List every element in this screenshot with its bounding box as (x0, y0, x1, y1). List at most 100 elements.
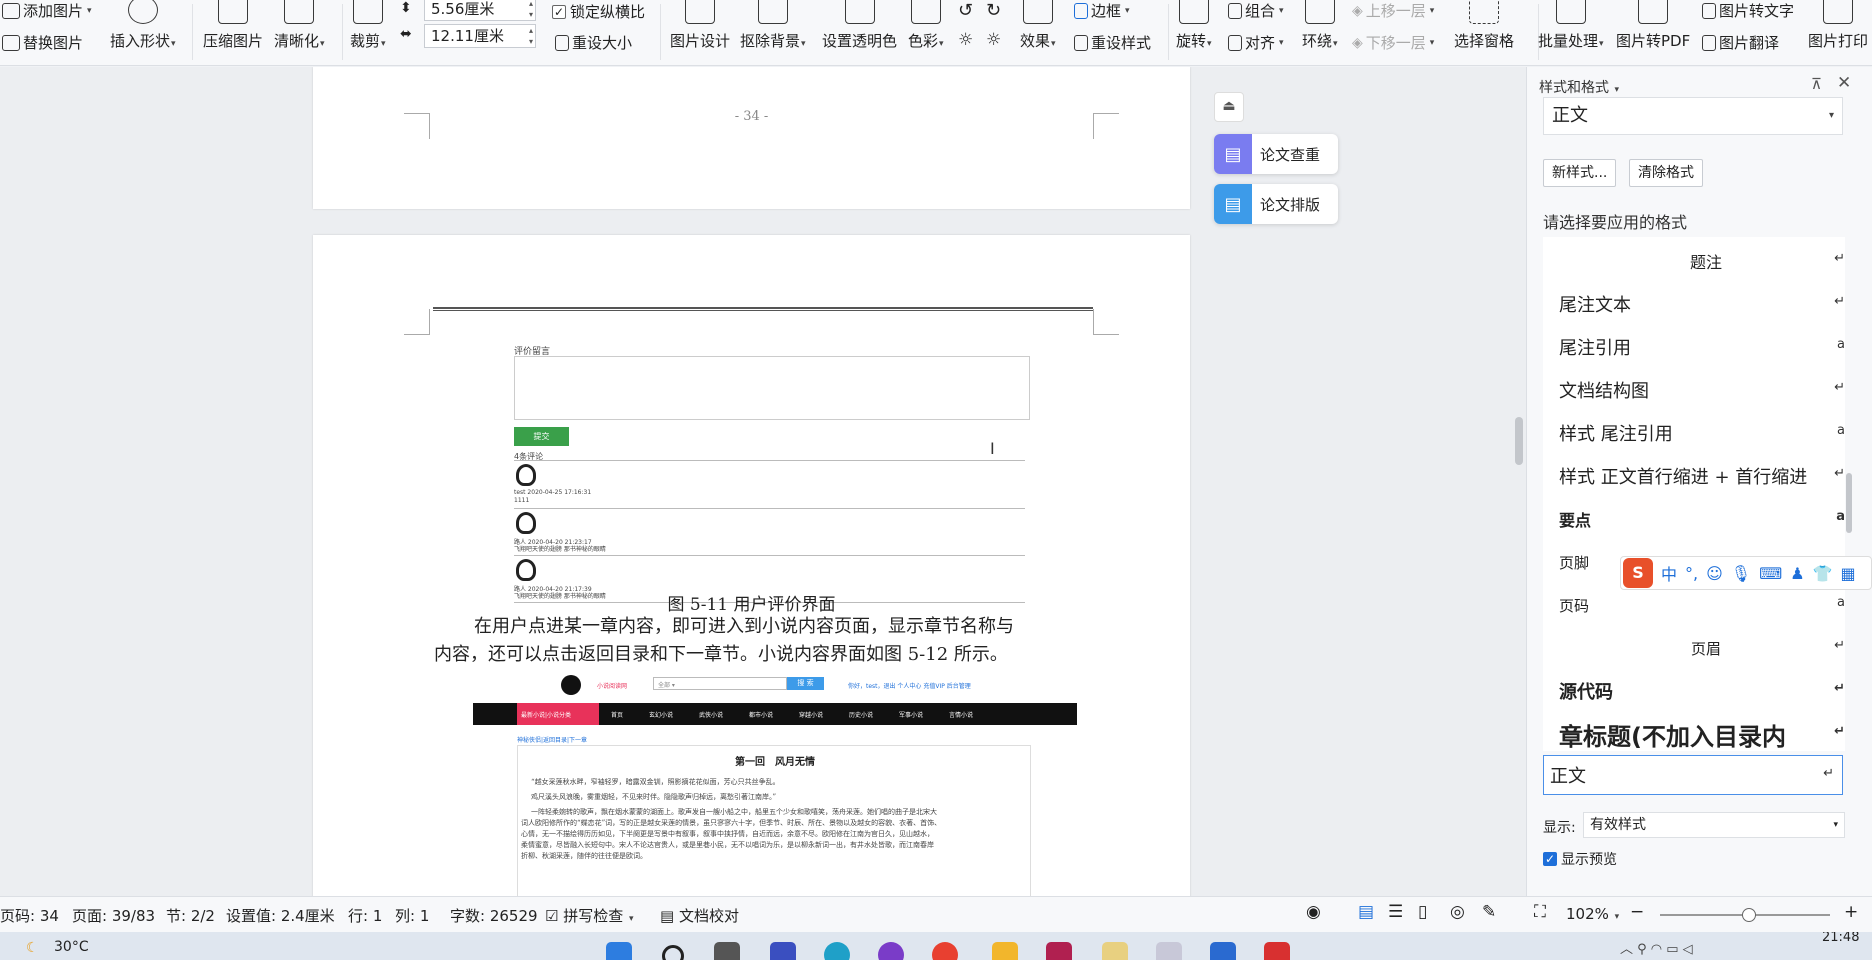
task-view-icon[interactable] (714, 942, 740, 960)
zoom-slider[interactable] (1660, 908, 1830, 922)
style-item-page-number[interactable]: 页码 a (1553, 585, 1845, 625)
clock[interactable]: 21:48 (1822, 932, 1859, 945)
replace-picture-button[interactable]: 替换图片 (2, 32, 83, 53)
width-input[interactable]: 12.11厘米 ▴ ▾ (424, 24, 536, 48)
ime-punct[interactable]: °, (1685, 564, 1698, 583)
style-item-body-indent[interactable]: 样式 正文首行缩进 + 首行缩进 ↵ (1553, 456, 1845, 496)
zoom-value[interactable]: 102% ▾ (1566, 905, 1619, 923)
ime-lang[interactable]: 中 (1661, 561, 1677, 585)
keyboard-icon[interactable]: ⌨ (1759, 564, 1782, 583)
reading-view-icon[interactable]: ▯ (1418, 902, 1427, 922)
fit-page-icon[interactable]: ⛶ (1534, 902, 1546, 922)
style-item-chapter-title[interactable]: 章标题(不加入目录内 ↵ (1553, 714, 1845, 751)
height-stepper[interactable]: ▴ ▾ (529, 0, 533, 20)
selection-pane-button[interactable]: 选择窗格 (1454, 0, 1514, 51)
zoom-in-button[interactable]: + (1844, 902, 1858, 922)
tray-icons[interactable]: ︿ ⚲ ◠ ▭ ◁ (1620, 938, 1693, 957)
new-style-button[interactable]: 新样式... (1543, 159, 1617, 187)
panel-title[interactable]: 样式和格式 ▾ (1539, 77, 1619, 97)
ide-icon[interactable] (1046, 942, 1072, 960)
add-picture-button[interactable]: 添加图片 ▾ (2, 0, 92, 21)
reset-style-button[interactable]: 重设样式 (1074, 32, 1151, 53)
group-button[interactable]: 组合 ▾ (1228, 0, 1284, 21)
write-view-icon[interactable]: ✎ (1482, 902, 1496, 922)
compress-picture-button[interactable]: 压缩图片 (203, 0, 263, 51)
search-icon[interactable] (662, 945, 684, 960)
emoji-icon[interactable]: ☺ (1706, 564, 1723, 583)
reset-size-button[interactable]: 重设大小 (555, 32, 632, 53)
status-page[interactable]: 页码: 34 (0, 905, 59, 926)
panel-scrollbar[interactable] (1845, 143, 1853, 803)
ime-toolbar[interactable]: S 中 °, ☺ 🎙 ⌨ ♟ 👕 ▦ (1620, 556, 1872, 590)
panel-scroll-thumb[interactable] (1846, 473, 1852, 533)
rotate-left-icon[interactable]: ↺ (958, 0, 973, 21)
skin-icon[interactable]: ♟ (1790, 564, 1804, 583)
style-item-body-selected[interactable]: 正文 ↵ (1543, 755, 1843, 795)
outline-view-icon[interactable]: ☰ (1388, 902, 1403, 922)
crop-button[interactable]: 裁剪▾ (350, 0, 386, 51)
lock-ratio-checkbox[interactable]: ✓ 锁定纵横比 (552, 1, 645, 22)
web-view-icon[interactable]: ◎ (1450, 902, 1465, 922)
pin-icon[interactable]: ⊼ (1811, 75, 1822, 93)
effects-button[interactable]: 效果▾ (1020, 0, 1056, 51)
pic-print-button[interactable]: 图片打印 (1808, 0, 1868, 51)
color-button[interactable]: 色彩▾ (908, 0, 944, 51)
doc-proof-button[interactable]: ▤ 文档校对 (660, 905, 739, 926)
chrome-icon[interactable] (932, 942, 958, 960)
zoom-slider-thumb[interactable] (1742, 908, 1756, 922)
figure-novel-screenshot[interactable]: 小说阅读网 全部 ▾ 搜 索 你好，test，退出 个人中心 充值VIP 后台管… (473, 671, 1077, 896)
app-icon[interactable] (1210, 942, 1236, 960)
status-pages[interactable]: 页面: 39/83 (72, 905, 155, 926)
scroll-thumb[interactable] (1515, 417, 1523, 465)
height-input[interactable]: 5.56厘米 ▴ ▾ (424, 0, 536, 21)
style-item-source-code[interactable]: 源代码 ↵ (1553, 671, 1845, 711)
start-icon[interactable] (606, 942, 632, 960)
status-words[interactable]: 字数: 26529 (450, 905, 538, 926)
shirt-icon[interactable]: 👕 (1813, 564, 1833, 583)
figure-comment-screenshot[interactable]: 评价留言 提交 4条评论 test 2020-04-25 17:16:31 11… (513, 343, 1043, 605)
wrap-button[interactable]: 环绕▾ (1302, 0, 1338, 51)
style-item-key-point[interactable]: 要点 a (1553, 499, 1845, 539)
spell-check-button[interactable]: ☑ 拼写检查 ▾ (545, 905, 634, 926)
rotate-right-icon[interactable]: ↻ (986, 0, 1001, 21)
align-button[interactable]: 对齐 ▾ (1228, 32, 1284, 53)
paper-format-button[interactable]: ▤ 论文排版 (1214, 184, 1338, 224)
app-icon[interactable] (770, 942, 796, 960)
insert-shape-button[interactable]: 插入形状▾ (110, 0, 176, 51)
mic-icon[interactable]: 🎙 (1731, 564, 1751, 583)
contrast-icon[interactable]: ☼ (986, 30, 1001, 50)
paper-check-button[interactable]: ▤ 论文查重 (1214, 134, 1338, 174)
style-item-endnote-text[interactable]: 尾注文本 ↵ (1553, 284, 1845, 324)
border-button[interactable]: 边框 ▾ (1074, 0, 1130, 21)
bring-forward-button[interactable]: ◈ 上移一层 ▾ (1352, 0, 1434, 21)
show-select[interactable]: 有效样式 ▾ (1583, 812, 1845, 838)
collapse-float-button[interactable]: ⏏ (1214, 92, 1244, 122)
style-item-endnote-ref[interactable]: 尾注引用 a (1553, 327, 1845, 367)
send-backward-button[interactable]: ◈ 下移一层 ▾ (1352, 32, 1434, 53)
clarify-button[interactable]: 清晰化▾ (274, 0, 325, 51)
remove-background-button[interactable]: 抠除背景▾ (740, 0, 806, 51)
folder-icon[interactable] (992, 942, 1018, 960)
width-stepper[interactable]: ▴ ▾ (529, 25, 533, 47)
clear-format-button[interactable]: 清除格式 (1629, 159, 1703, 187)
grid-icon[interactable]: ▦ (1840, 564, 1855, 583)
style-item-endnote-ref-style[interactable]: 样式 尾注引用 a (1553, 413, 1845, 453)
zoom-out-button[interactable]: − (1630, 902, 1644, 922)
close-icon[interactable]: ✕ (1837, 73, 1851, 93)
pic-to-pdf-button[interactable]: 图片转PDF (1616, 0, 1690, 51)
pic-translate-button[interactable]: 图片翻译 (1702, 32, 1779, 53)
page-view-icon[interactable]: ▤ (1358, 902, 1374, 922)
app-icon[interactable] (1102, 942, 1128, 960)
rotate-button[interactable]: 旋转▾ (1176, 0, 1212, 51)
style-item-header[interactable]: 页眉 ↵ (1553, 628, 1845, 668)
document-scrollbar[interactable] (1512, 67, 1526, 896)
brightness-icon[interactable]: ☼ (958, 30, 973, 50)
status-section[interactable]: 节: 2/2 (166, 905, 215, 926)
picture-design-button[interactable]: 图片设计 (670, 0, 730, 51)
batch-process-button[interactable]: 批量处理▾ (1538, 0, 1604, 51)
show-preview-checkbox[interactable]: ✓ 显示预览 (1543, 849, 1617, 869)
weather-temp[interactable]: 30°C (54, 939, 89, 955)
wps-icon[interactable] (1264, 942, 1290, 960)
eye-protection-icon[interactable]: ◉ (1306, 902, 1321, 922)
status-setting[interactable]: 设置值: 2.4厘米 (226, 905, 335, 926)
